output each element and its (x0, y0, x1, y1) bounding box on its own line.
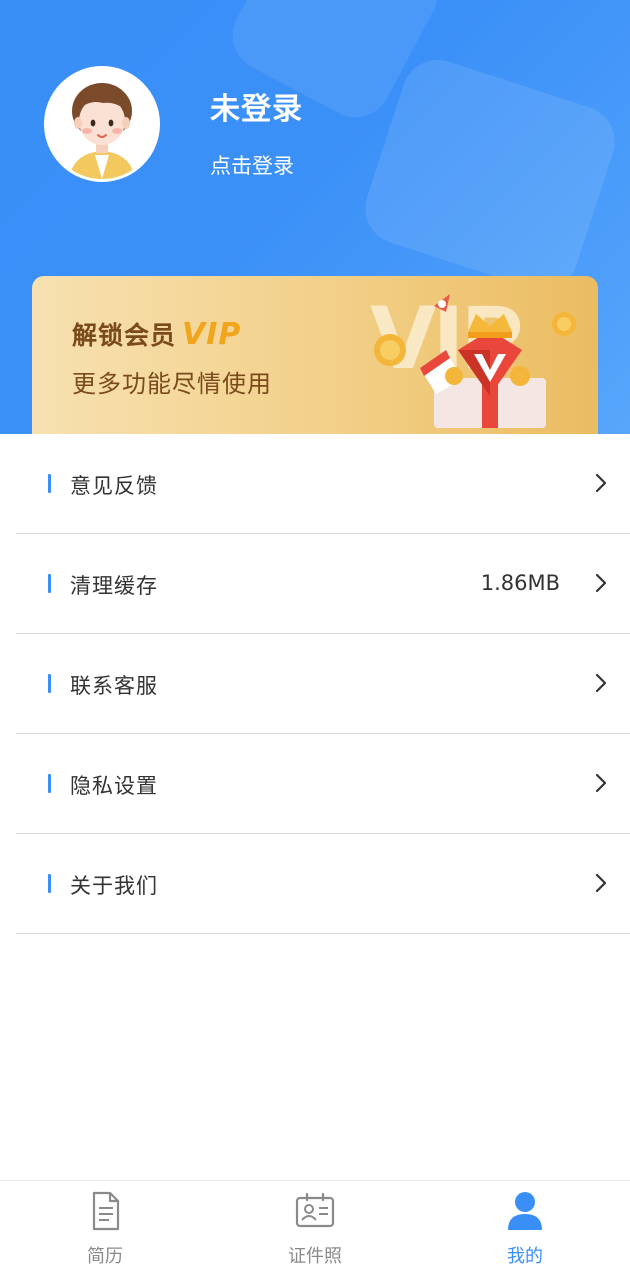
menu-item-feedback[interactable]: 意见反馈 (16, 434, 630, 534)
login-link[interactable]: 点击登录 (210, 150, 294, 180)
menu-item-label: 关于我们 (70, 874, 158, 898)
id-card-icon (295, 1192, 335, 1228)
document-icon (92, 1191, 120, 1231)
user-icon (508, 1192, 542, 1230)
cache-size-value: 1.86MB (480, 571, 560, 595)
menu-item-about-us[interactable]: 关于我们 (16, 834, 630, 934)
menu-item-clear-cache[interactable]: 清理缓存 1.86MB (16, 534, 630, 634)
bottom-tab-bar: 简历 证件照 我的 (0, 1180, 630, 1280)
profile-page: 未登录 点击登录 解锁会员 VIP 更多功能尽情使用 VIP 意见反馈 清理缓存… (0, 0, 630, 1280)
menu-item-privacy-settings[interactable]: 隐私设置 (16, 734, 630, 834)
chevron-right-icon (595, 573, 607, 593)
menu-accent-bar (48, 674, 51, 693)
tab-label: 我的 (507, 1246, 543, 1267)
login-status-title: 未登录 (210, 92, 303, 127)
menu-item-label: 清理缓存 (70, 574, 158, 598)
tab-mine[interactable]: 我的 (420, 1181, 630, 1280)
profile-header: 未登录 点击登录 解锁会员 VIP 更多功能尽情使用 VIP (0, 0, 630, 434)
menu-item-label: 联系客服 (70, 674, 158, 698)
chevron-right-icon (595, 673, 607, 693)
menu-item-customer-service[interactable]: 联系客服 (16, 634, 630, 734)
menu-item-label: 隐私设置 (70, 774, 158, 798)
vip-title: 解锁会员 VIP (72, 316, 241, 352)
chevron-right-icon (595, 473, 607, 493)
vip-subtitle: 更多功能尽情使用 (72, 370, 272, 398)
vip-badge: VIP (182, 317, 242, 352)
tab-id-photo[interactable]: 证件照 (210, 1181, 420, 1280)
menu-accent-bar (48, 774, 51, 793)
vip-title-text: 解锁会员 (72, 321, 177, 350)
vip-gift-illustration-icon: VIP (370, 290, 576, 428)
tab-label: 简历 (87, 1246, 123, 1267)
chevron-right-icon (595, 773, 607, 793)
menu-accent-bar (48, 474, 51, 493)
header-decoration (356, 50, 624, 300)
tab-resume[interactable]: 简历 (0, 1181, 210, 1280)
menu-item-label: 意见反馈 (70, 474, 158, 498)
settings-menu: 意见反馈 清理缓存 1.86MB 联系客服 隐私设置 关于我们 (0, 434, 630, 934)
avatar[interactable] (44, 66, 160, 182)
menu-accent-bar (48, 574, 51, 593)
avatar-illustration-icon (47, 69, 157, 179)
vip-banner[interactable]: 解锁会员 VIP 更多功能尽情使用 VIP (32, 276, 598, 434)
menu-accent-bar (48, 874, 51, 893)
tab-label: 证件照 (288, 1246, 342, 1267)
chevron-right-icon (595, 873, 607, 893)
